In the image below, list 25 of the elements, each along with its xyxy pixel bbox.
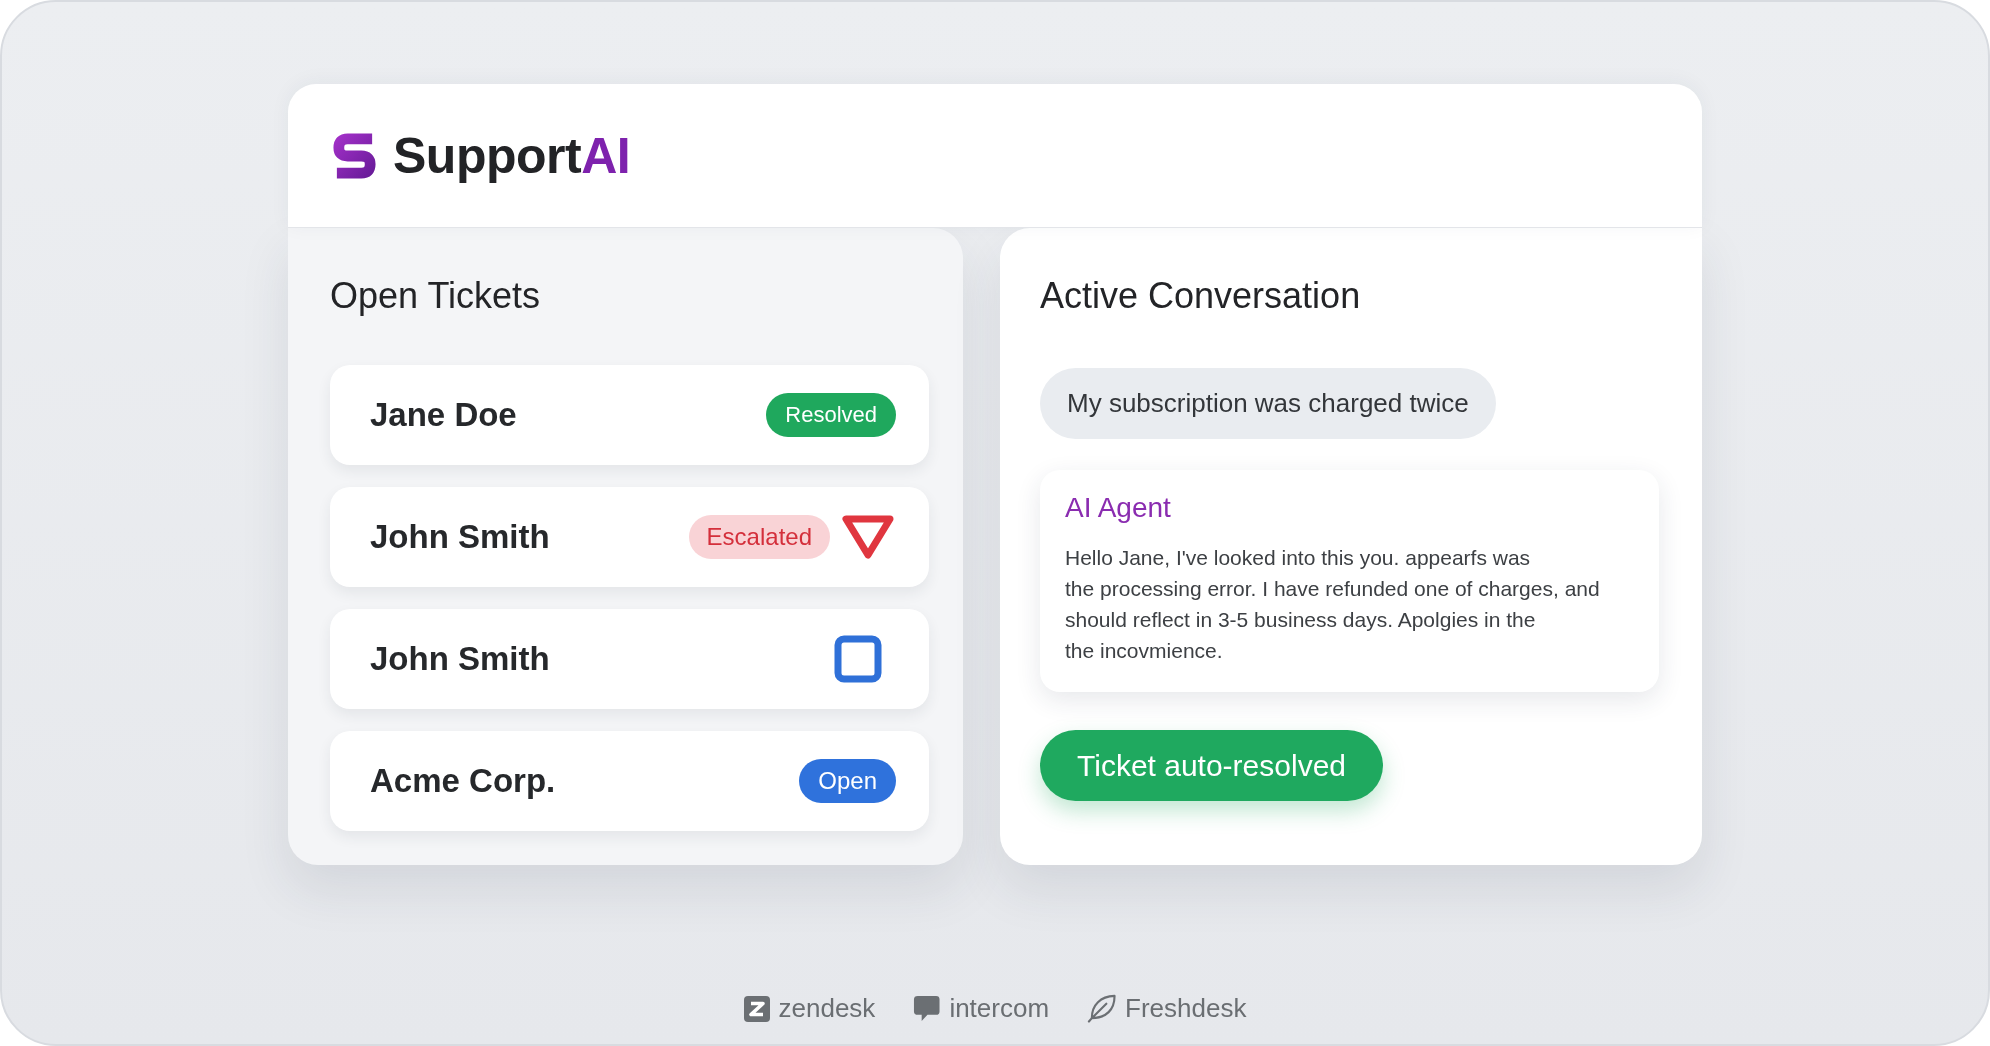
status-badge: Open bbox=[799, 759, 896, 803]
letter-z-icon bbox=[743, 995, 770, 1022]
ticket-name: John Smith bbox=[370, 518, 550, 556]
brand-name: SupportAI bbox=[393, 126, 631, 185]
ticket-name: John Smith bbox=[370, 640, 550, 678]
speech-bubble-icon bbox=[913, 995, 941, 1022]
ticket-card[interactable]: John Smith bbox=[330, 609, 929, 709]
integration-name: Freshdesk bbox=[1125, 993, 1247, 1024]
panel-title: Open Tickets bbox=[330, 274, 542, 318]
ticket-name: Acme Corp. bbox=[370, 762, 556, 800]
ticket-name: Jane Doe bbox=[370, 396, 517, 434]
leaf-icon bbox=[1087, 994, 1117, 1023]
message-bubble: My subscription was charged twice bbox=[1040, 368, 1496, 439]
ticket-card[interactable]: John Smith Escalated bbox=[330, 487, 929, 587]
panel-title: Active Conversation bbox=[1040, 274, 1361, 318]
integration-name: zendesk bbox=[778, 993, 876, 1024]
ticket-card[interactable]: Acme Corp. Open bbox=[330, 731, 929, 831]
integration-name: intercom bbox=[949, 993, 1050, 1024]
ticket-card[interactable]: Jane Doe Resolved bbox=[330, 365, 929, 465]
square-icon bbox=[834, 635, 882, 683]
status-badge: Escalated bbox=[688, 515, 830, 559]
status-badge: Resolved bbox=[766, 393, 896, 437]
sender-name: AI Agent bbox=[1065, 491, 1172, 525]
triangle-icon bbox=[840, 513, 896, 561]
message-text: Hello Jane, I've looked into this you. appearfs was the processing error. I have refunded one of charges, and should reflect in 3-5 business days. Apolgies in the the incovmience. bbox=[1065, 545, 1601, 664]
